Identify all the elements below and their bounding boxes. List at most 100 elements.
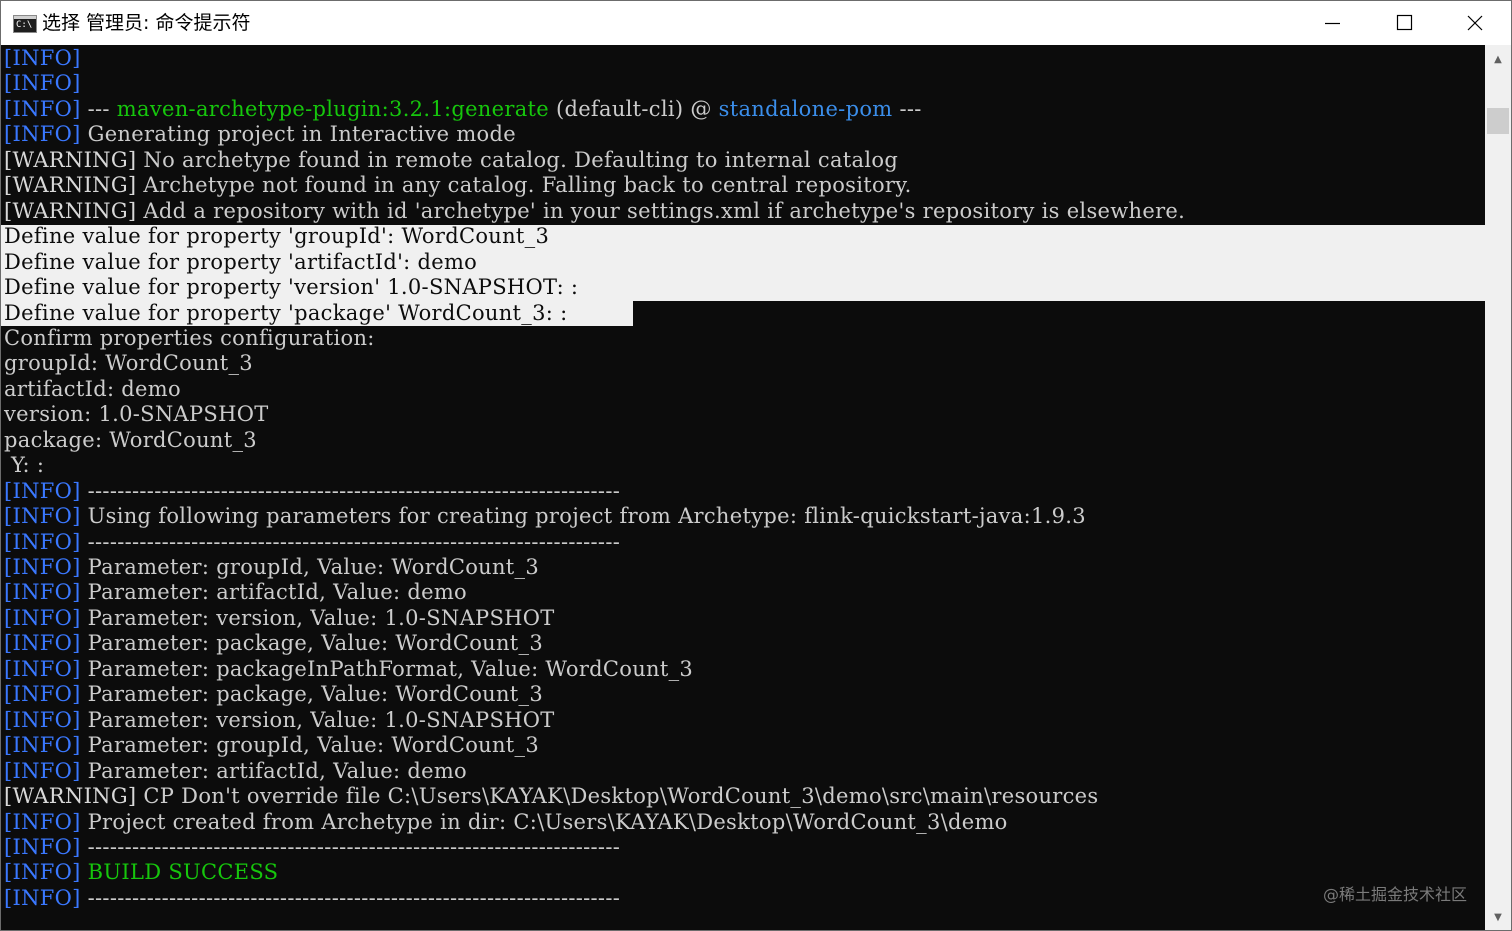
log-level-tag: [INFO] (4, 631, 81, 656)
log-level-tag: [INFO] (4, 733, 81, 758)
log-level-tag: [INFO] (4, 682, 81, 707)
log-level-tag: [INFO] (4, 860, 81, 885)
scroll-up-icon[interactable]: ▲ (1485, 47, 1511, 73)
log-level-tag: [WARNING] (4, 173, 137, 198)
log-level-tag: [WARNING] (4, 198, 137, 223)
console-line: [INFO] BUILD SUCCESS (4, 860, 278, 885)
console-line: [INFO] Parameter: version, Value: 1.0-SN… (4, 708, 555, 733)
console-line: [INFO] Project created from Archetype in… (4, 810, 1008, 835)
console-text: No archetype found in remote catalog. De… (136, 147, 899, 172)
console-line: groupId: WordCount_3 (4, 351, 253, 376)
console-text: Archetype not found in any catalog. Fall… (136, 173, 912, 198)
cmd-icon[interactable]: C:\ (13, 15, 37, 33)
console-line: [INFO] (4, 71, 81, 96)
console-text: Generating project in Interactive mode (80, 122, 516, 147)
log-level-tag: [INFO] (4, 46, 81, 70)
console-line: Confirm properties configuration: (4, 326, 375, 351)
console-text: Define value for property 'artifactId': … (4, 249, 478, 274)
console-line: Define value for property 'version' 1.0-… (4, 275, 578, 300)
log-level-tag: [INFO] (4, 555, 81, 579)
console-text: ----------------------------------------… (80, 834, 621, 859)
console-text: ----------------------------------------… (80, 529, 621, 554)
log-level-tag: [INFO] (4, 656, 81, 681)
log-level-tag: [INFO] (4, 834, 81, 859)
log-level-tag: [INFO] (4, 580, 81, 605)
console-text: Parameter: groupId, Value: WordCount_3 (80, 733, 539, 758)
console-text: Parameter: package, Value: WordCount_3 (80, 682, 544, 707)
console-line: [INFO] Parameter: artifactId, Value: dem… (4, 759, 467, 784)
close-button[interactable] (1439, 1, 1509, 45)
console-text: Define value for property 'package' Word… (4, 300, 568, 325)
log-level-tag: [INFO] (4, 809, 81, 834)
console-line: [INFO] Parameter: package, Value: WordCo… (4, 631, 543, 656)
console-text: ----------------------------------------… (80, 478, 621, 503)
console-text: artifactId: demo (4, 376, 181, 401)
console-text: Using following parameters for creating … (80, 504, 1086, 529)
console-line: Define value for property 'groupId': Wor… (4, 224, 549, 249)
console-line: Y: : (4, 453, 44, 478)
command-prompt-window: C:\ 选择 管理员: 命令提示符 [INFO] [INFO] [INFO] ---… (0, 0, 1512, 931)
log-level-tag: [INFO] (4, 758, 81, 783)
console-line: [INFO] Parameter: groupId, Value: WordCo… (4, 555, 539, 580)
console-line: [INFO] Parameter: artifactId, Value: dem… (4, 580, 467, 605)
console-line: [INFO] Generating project in Interactive… (4, 122, 516, 147)
console-text: --- (80, 96, 117, 121)
console-text: maven-archetype-plugin:3.2.1:generate (116, 96, 549, 121)
close-icon (1467, 15, 1483, 31)
console-line: [WARNING] No archetype found in remote c… (4, 148, 898, 173)
log-level-tag: [INFO] (4, 605, 81, 630)
console-line: [WARNING] CP Don't override file C:\User… (4, 784, 1099, 809)
console-line: [INFO] ---------------------------------… (4, 479, 620, 504)
console-text: CP Don't override file C:\Users\KAYAK\De… (136, 784, 1099, 809)
console-text: Add a repository with id 'archetype' in … (136, 198, 1186, 223)
console-text: Parameter: packageInPathFormat, Value: W… (80, 656, 694, 681)
console-text: (default-cli) @ (548, 96, 719, 121)
console-line: artifactId: demo (4, 377, 181, 402)
log-level-tag: [INFO] (4, 504, 81, 529)
console-line: package: WordCount_3 (4, 428, 257, 453)
maximize-button[interactable] (1369, 1, 1439, 45)
console-line: [INFO] ---------------------------------… (4, 835, 620, 860)
watermark: @稀土掘金技术社区 (1323, 885, 1468, 904)
console-text: ----------------------------------------… (80, 885, 621, 910)
console-line: [INFO] Parameter: packageInPathFormat, V… (4, 657, 693, 682)
console-line: [INFO] ---------------------------------… (4, 886, 620, 911)
console-line: [INFO] --- maven-archetype-plugin:3.2.1:… (4, 97, 922, 122)
log-level-tag: [WARNING] (4, 784, 137, 809)
maximize-icon (1396, 14, 1413, 31)
log-level-tag: [INFO] (4, 96, 81, 121)
console-output[interactable]: [INFO] [INFO] [INFO] --- maven-archetype-p… (1, 45, 1485, 930)
console-text: --- (892, 96, 922, 121)
console-line: [INFO] Using following parameters for cr… (4, 504, 1086, 529)
console-line: [WARNING] Archetype not found in any cat… (4, 173, 912, 198)
console-text: Define value for property 'groupId': Wor… (4, 224, 550, 249)
log-level-tag: [INFO] (4, 707, 81, 732)
log-level-tag: [INFO] (4, 478, 81, 503)
console-text: Parameter: package, Value: WordCount_3 (80, 631, 544, 656)
log-level-tag: [INFO] (4, 122, 81, 147)
log-level-tag: [INFO] (4, 885, 81, 910)
console-text: BUILD SUCCESS (80, 860, 279, 885)
title-bar[interactable]: C:\ 选择 管理员: 命令提示符 (1, 1, 1511, 45)
console-line: [INFO] Parameter: package, Value: WordCo… (4, 682, 543, 707)
console-text: version: 1.0-SNAPSHOT (4, 402, 269, 427)
console-line: [INFO] (4, 46, 81, 71)
log-level-tag: [INFO] (4, 71, 81, 96)
console-text: Parameter: artifactId, Value: demo (80, 758, 467, 783)
console-line: [WARNING] Add a repository with id 'arch… (4, 199, 1185, 224)
scroll-down-icon[interactable]: ▼ (1485, 905, 1511, 930)
console-line: version: 1.0-SNAPSHOT (4, 402, 269, 427)
window-title: 选择 管理员: 命令提示符 (42, 12, 251, 34)
console-line: Define value for property 'artifactId': … (4, 250, 477, 275)
console-text: Parameter: groupId, Value: WordCount_3 (80, 555, 539, 579)
console-line: [INFO] Parameter: version, Value: 1.0-SN… (4, 606, 555, 631)
log-level-tag: [WARNING] (4, 147, 137, 172)
vertical-scrollbar[interactable]: ▲ ▼ (1485, 45, 1511, 930)
console-text: groupId: WordCount_3 (4, 351, 253, 376)
minimize-button[interactable] (1299, 1, 1369, 45)
console-text: Define value for property 'version' 1.0-… (4, 275, 579, 300)
console-text: Parameter: artifactId, Value: demo (80, 580, 467, 605)
log-level-tag: [INFO] (4, 529, 81, 554)
scroll-thumb[interactable] (1487, 108, 1509, 134)
console-line: [INFO] Parameter: groupId, Value: WordCo… (4, 733, 539, 758)
